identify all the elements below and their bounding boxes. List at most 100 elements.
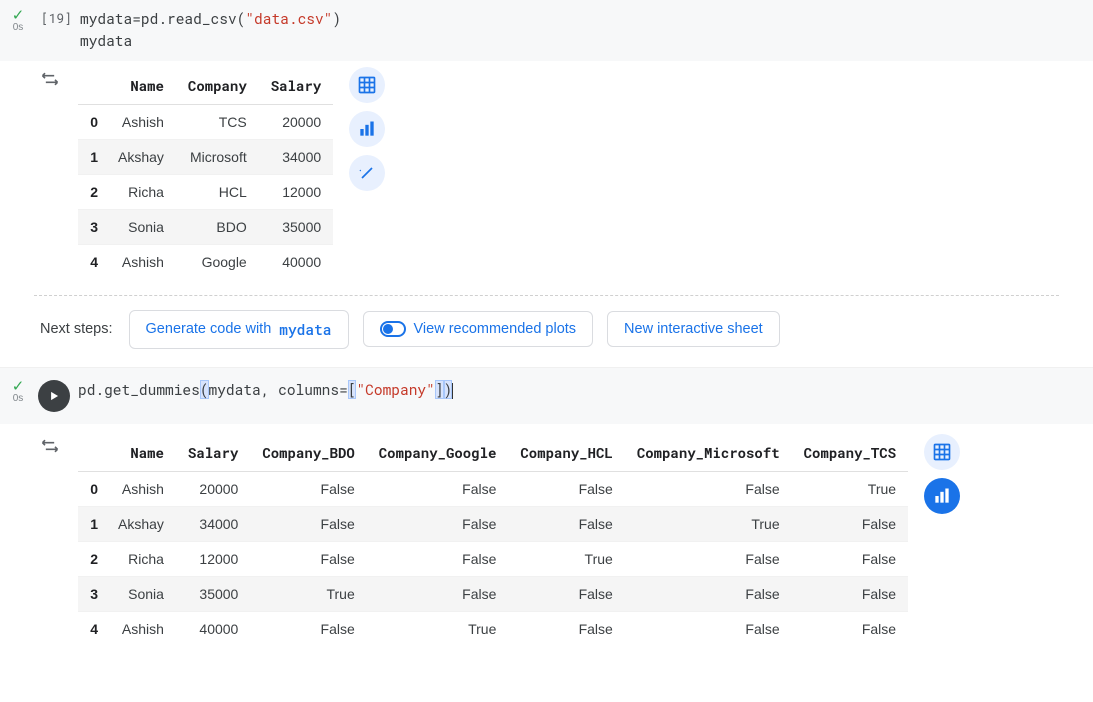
interactive-table-button[interactable] [349,67,385,103]
text-cursor [452,383,453,399]
table-row: 1AkshayMicrosoft34000 [78,139,333,174]
table-cell: 34000 [176,506,250,541]
table-row: 2Richa12000FalseFalseTrueFalseFalse [78,541,908,576]
next-steps-row: Next steps: Generate code with mydata Vi… [0,304,1093,367]
table-cell: True [625,506,792,541]
table-cell: True [508,541,624,576]
table-cell: Richa [106,541,176,576]
table-column-header: Company_BDO [250,434,366,472]
table-cell: False [625,541,792,576]
table-column-header: Salary [176,434,250,472]
generate-code-with-button[interactable]: Generate code with mydata [129,310,349,349]
output-tools [924,434,960,514]
table-cell: 35000 [176,576,250,611]
variable-inspector-icon[interactable] [36,434,64,458]
table-cell: True [250,576,366,611]
table-index-header [78,434,106,472]
table-cell: 40000 [259,244,333,279]
exec-time: 0s [0,393,36,404]
table-column-header: Company_Microsoft [625,434,792,472]
new-interactive-sheet-button[interactable]: New interactive sheet [607,311,780,347]
checkmark-icon: ✓ [0,8,36,23]
table-row-index: 2 [78,541,106,576]
generate-code-button[interactable] [349,155,385,191]
table-row: 0Ashish20000FalseFalseFalseFalseTrue [78,471,908,506]
exec-time: 0s [0,22,36,33]
code-source[interactable]: pd.get_dummies(mydata, columns=["Company… [78,379,1093,401]
table-cell: 12000 [176,541,250,576]
table-cell: False [250,611,366,646]
interactive-table-button[interactable] [924,434,960,470]
table-row: 3SoniaBDO35000 [78,209,333,244]
view-recommended-plots-button[interactable]: View recommended plots [363,311,594,347]
table-cell: 40000 [176,611,250,646]
table-cell: Google [176,244,259,279]
table-row-index: 4 [78,611,106,646]
table-column-header: Salary [259,67,333,105]
table-row-index: 0 [78,471,106,506]
table-cell: 34000 [259,139,333,174]
code-source[interactable]: mydata=pd.read_csv("data.csv") mydata [78,6,1093,53]
table-column-header: Name [106,67,176,105]
output-tools [349,67,385,191]
exec-status: ✓ 0s [0,379,36,404]
table-row: 4Ashish40000FalseTrueFalseFalseFalse [78,611,908,646]
suggest-charts-button[interactable] [349,111,385,147]
table-cell: Ashish [106,471,176,506]
table-row-index: 3 [78,576,106,611]
dataframe-output-2: NameSalaryCompany_BDOCompany_GoogleCompa… [78,434,908,646]
table-cell: BDO [176,209,259,244]
table-cell: Sonia [106,209,176,244]
table-cell: Microsoft [176,139,259,174]
table-column-header: Company [176,67,259,105]
table-cell: False [792,506,908,541]
run-cell-button[interactable] [38,380,70,412]
cell-divider [34,295,1059,296]
table-cell: False [508,506,624,541]
table-row-index: 1 [78,506,106,541]
toggle-icon [380,321,406,337]
next-steps-label: Next steps: [40,321,115,337]
dataframe-output-1: NameCompanySalary 0AshishTCS200001Akshay… [78,67,333,279]
table-column-header: Company_Google [367,434,509,472]
table-cell: False [250,541,366,576]
code-cell-1: ✓ 0s [19] mydata=pd.read_csv("data.csv")… [0,0,1093,291]
table-cell: False [792,611,908,646]
table-cell: False [792,541,908,576]
table-cell: False [250,471,366,506]
table-cell: False [508,471,624,506]
table-cell: False [508,576,624,611]
table-cell: Richa [106,174,176,209]
table-cell: Akshay [106,139,176,174]
table-cell: False [367,541,509,576]
variable-inspector-icon[interactable] [36,67,64,91]
table-row: 3Sonia35000TrueFalseFalseFalseFalse [78,576,908,611]
table-cell: HCL [176,174,259,209]
table-cell: False [625,611,792,646]
suggest-charts-button[interactable] [924,478,960,514]
table-cell: Ashish [106,244,176,279]
table-row: 1Akshay34000FalseFalseFalseTrueFalse [78,506,908,541]
table-row-index: 0 [78,104,106,139]
checkmark-icon: ✓ [0,379,36,394]
table-cell: Ashish [106,611,176,646]
table-column-header: Company_HCL [508,434,624,472]
table-cell: False [625,576,792,611]
table-cell: False [508,611,624,646]
table-cell: 20000 [259,104,333,139]
table-cell: False [792,576,908,611]
code-cell-2: ✓ 0s pd.get_dummies(mydata, columns=["Co… [0,367,1093,646]
table-row-index: 2 [78,174,106,209]
table-column-header: Name [106,434,176,472]
table-row: 4AshishGoogle40000 [78,244,333,279]
table-row: 2RichaHCL12000 [78,174,333,209]
table-cell: 35000 [259,209,333,244]
table-row-index: 4 [78,244,106,279]
table-cell: Sonia [106,576,176,611]
table-cell: False [250,506,366,541]
table-cell: False [367,471,509,506]
table-column-header: Company_TCS [792,434,908,472]
table-cell: False [367,576,509,611]
table-cell: Akshay [106,506,176,541]
table-cell: False [367,506,509,541]
